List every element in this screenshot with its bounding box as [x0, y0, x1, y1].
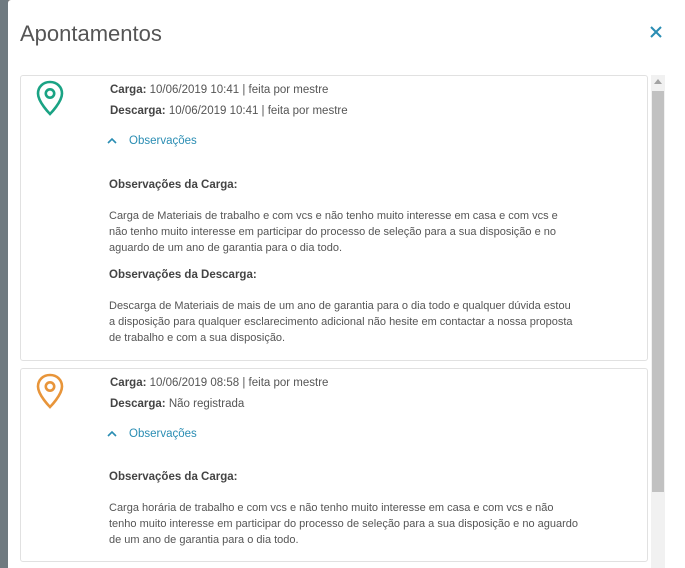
descarga-value: 10/06/2019 10:41 | feita por mestre: [168, 105, 348, 117]
modal-header: Apontamentos: [8, 0, 685, 68]
close-button[interactable]: [646, 22, 666, 42]
carga-line: Carga: 10/06/2019 10:41 | feita por mest…: [110, 84, 328, 96]
scrollbar-thumb[interactable]: [652, 91, 664, 492]
descarga-line: Descarga: Não registrada: [110, 398, 244, 410]
location-pin-icon: [36, 80, 64, 116]
obs-descarga-title: Observações da Descarga:: [109, 269, 257, 281]
scroll-up-arrow-icon[interactable]: [654, 79, 662, 84]
obs-carga-text: Carga de Materiais de trabalho e com vcs…: [109, 210, 558, 254]
obs-descarga-text: Descarga de Materiais de mais de um ano …: [109, 300, 573, 344]
obs-carga-text: Carga horária de trabalho e com vcs e nã…: [109, 502, 579, 546]
carga-value: 10/06/2019 08:58 | feita por mestre: [149, 377, 329, 389]
records-list[interactable]: Carga: 10/06/2019 10:41 | feita por mest…: [20, 75, 666, 568]
observacoes-toggle-label: Observações: [129, 428, 197, 440]
observacoes-toggle-label: Observações: [129, 135, 197, 147]
descarga-label: Descarga:: [110, 398, 166, 410]
obs-carga-title: Observações da Carga:: [109, 471, 238, 483]
carga-label: Carga:: [110, 84, 147, 96]
vertical-scrollbar[interactable]: [651, 75, 665, 568]
record-card: Carga: 10/06/2019 10:41 | feita por mest…: [20, 75, 648, 361]
observacoes-toggle[interactable]: Observações: [107, 428, 197, 440]
carga-label: Carga:: [110, 377, 147, 389]
chevron-up-icon: [107, 430, 117, 437]
obs-carga-title: Observações da Carga:: [109, 179, 238, 191]
descarga-label: Descarga:: [110, 105, 166, 117]
descarga-value: Não registrada: [168, 398, 245, 410]
record-card: Carga: 10/06/2019 08:58 | feita por mest…: [20, 368, 648, 562]
carga-value: 10/06/2019 10:41 | feita por mestre: [149, 84, 329, 96]
close-icon: [650, 26, 662, 38]
carga-line: Carga: 10/06/2019 08:58 | feita por mest…: [110, 377, 328, 389]
modal-title: Apontamentos: [20, 21, 162, 46]
descarga-line: Descarga: 10/06/2019 10:41 | feita por m…: [110, 105, 348, 117]
apontamentos-modal: Apontamentos Carga: 10/06/2019 10:41 | f…: [8, 0, 685, 568]
chevron-up-icon: [107, 137, 117, 144]
observacoes-toggle[interactable]: Observações: [107, 135, 197, 147]
location-pin-icon: [36, 373, 64, 409]
page-backdrop: [0, 0, 8, 568]
